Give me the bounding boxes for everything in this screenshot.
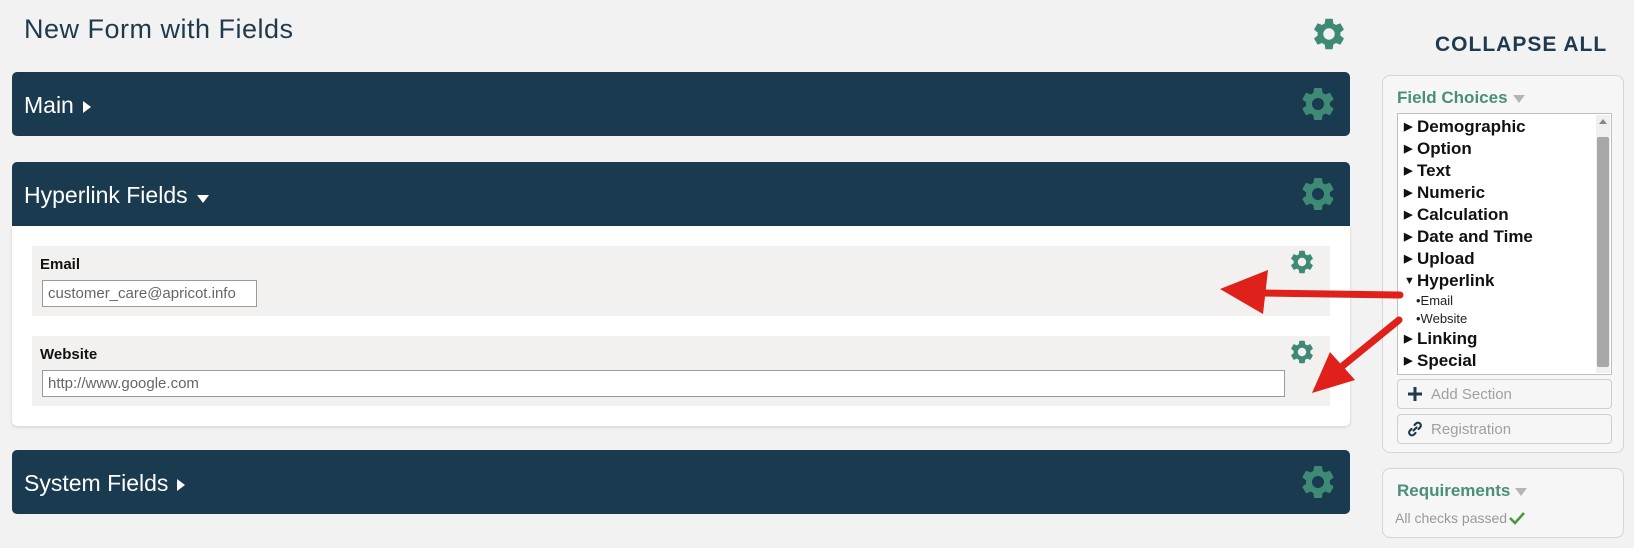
field-row-email[interactable]: Email customer_care@apricot.info — [32, 246, 1330, 316]
field-choice-label: Demographic — [1417, 117, 1526, 136]
triangle-down-icon: ▼ — [1404, 275, 1415, 287]
scroll-thumb[interactable] — [1597, 137, 1609, 367]
field-choice-label: Numeric — [1417, 183, 1486, 202]
section-system-gear-icon[interactable] — [1298, 462, 1338, 502]
field-choice-subitem[interactable]: •Email — [1404, 292, 1594, 310]
field-choices-panel: Field Choices ▶ Demographic ▶ Option ▶ Text ▶ N… — [1382, 75, 1624, 453]
triangle-right-icon — [176, 471, 186, 498]
field-choice-label: Hyperlink — [1417, 271, 1495, 290]
triangle-right-icon: ▶ — [1404, 165, 1413, 177]
section-system-title: System Fields — [24, 470, 169, 496]
requirements-panel: Requirements All checks passed — [1382, 468, 1624, 538]
requirements-status-text: All checks passed — [1395, 510, 1508, 526]
section-system[interactable]: System Fields — [12, 450, 1350, 514]
section-hyperlink-header[interactable]: Hyperlink Fields — [24, 182, 210, 210]
page-title: New Form with Fields — [24, 14, 294, 44]
field-choice-item[interactable]: ▶ Date and Time — [1404, 226, 1594, 248]
section-main-gear-icon[interactable] — [1298, 84, 1338, 124]
field-choices-header[interactable]: Field Choices — [1397, 88, 1526, 109]
field-choices-scrollbar[interactable] — [1596, 115, 1610, 373]
email-field-gear-icon[interactable] — [1288, 248, 1316, 276]
collapse-all-button[interactable]: COLLAPSE ALL — [1435, 33, 1607, 57]
section-system-header[interactable]: System Fields — [24, 470, 186, 498]
field-choices-list: ▶ Demographic ▶ Option ▶ Text ▶ Numeric ▶ Calcula… — [1404, 116, 1594, 372]
field-choice-subitem[interactable]: •Website — [1404, 310, 1594, 328]
field-choice-label: Text — [1417, 161, 1451, 180]
website-field[interactable]: http://www.google.com — [42, 370, 1285, 397]
field-choice-label: Special — [1417, 351, 1477, 370]
email-label: Email — [40, 256, 81, 273]
add-section-label: Add Section — [1431, 386, 1512, 403]
field-choice-item[interactable]: ▶ Option — [1404, 138, 1594, 160]
section-hyperlink-title: Hyperlink Fields — [24, 182, 188, 208]
section-main-title: Main — [24, 92, 74, 118]
form-settings-gear-icon[interactable] — [1310, 15, 1348, 53]
field-choice-item[interactable]: ▶ Special — [1404, 350, 1594, 372]
triangle-down-icon — [196, 183, 210, 210]
field-choice-item[interactable]: ▼ Hyperlink — [1404, 270, 1594, 292]
triangle-right-icon: ▶ — [1404, 143, 1413, 155]
registration-button[interactable]: Registration — [1397, 414, 1612, 444]
section-hyperlink-gear-icon[interactable] — [1298, 174, 1338, 214]
section-main[interactable]: Main — [12, 72, 1350, 136]
field-choice-item[interactable]: ▶ Demographic — [1404, 116, 1594, 138]
scroll-up-icon[interactable] — [1599, 119, 1607, 124]
triangle-right-icon: ▶ — [1404, 209, 1413, 221]
triangle-down-icon — [1512, 89, 1526, 109]
field-choices-list-box: ▶ Demographic ▶ Option ▶ Text ▶ Numeric ▶ Calcula… — [1397, 113, 1612, 375]
add-section-button[interactable]: Add Section — [1397, 379, 1612, 409]
triangle-right-icon — [82, 93, 92, 120]
link-icon — [1406, 420, 1424, 442]
website-field-gear-icon[interactable] — [1288, 338, 1316, 366]
field-choice-label: Linking — [1417, 329, 1478, 348]
section-hyperlink[interactable]: Hyperlink Fields — [12, 162, 1350, 226]
field-choice-item[interactable]: ▶ Linking — [1404, 328, 1594, 350]
section-hyperlink-body: Email customer_care@apricot.info Website… — [12, 226, 1350, 426]
field-choice-label: Date and Time — [1417, 227, 1533, 246]
plus-icon — [1406, 385, 1424, 407]
check-icon — [1509, 511, 1526, 528]
triangle-right-icon: ▶ — [1404, 121, 1413, 133]
field-choice-label: Option — [1417, 139, 1472, 158]
triangle-right-icon: ▶ — [1404, 187, 1413, 199]
field-choice-label: Calculation — [1417, 205, 1509, 224]
field-choices-heading: Field Choices — [1397, 88, 1508, 107]
registration-label: Registration — [1431, 421, 1512, 438]
triangle-right-icon: ▶ — [1404, 333, 1413, 345]
triangle-right-icon: ▶ — [1404, 231, 1413, 243]
requirements-header[interactable]: Requirements — [1397, 481, 1528, 502]
field-row-website[interactable]: Website http://www.google.com — [32, 336, 1330, 406]
requirements-status: All checks passed — [1395, 510, 1526, 528]
email-field[interactable]: customer_care@apricot.info — [42, 280, 257, 307]
field-choice-item[interactable]: ▶ Text — [1404, 160, 1594, 182]
website-label: Website — [40, 346, 98, 363]
section-main-header[interactable]: Main — [24, 92, 92, 120]
requirements-heading: Requirements — [1397, 481, 1511, 500]
field-choice-item[interactable]: ▶ Calculation — [1404, 204, 1594, 226]
field-choice-label: Upload — [1417, 249, 1475, 268]
triangle-down-icon — [1514, 482, 1528, 502]
field-choice-item[interactable]: ▶ Numeric — [1404, 182, 1594, 204]
triangle-right-icon: ▶ — [1404, 355, 1413, 367]
field-choice-item[interactable]: ▶ Upload — [1404, 248, 1594, 270]
triangle-right-icon: ▶ — [1404, 253, 1413, 265]
